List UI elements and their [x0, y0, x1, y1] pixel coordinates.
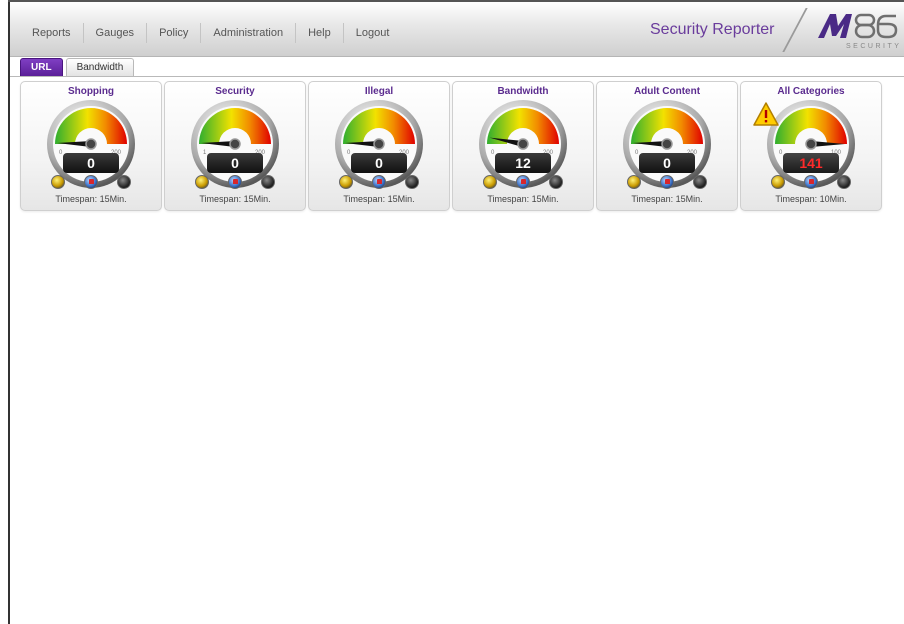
edit-gauge-icon[interactable]	[771, 175, 785, 189]
gauge-hub	[517, 138, 529, 150]
gauge-hub	[85, 138, 97, 150]
tab-underline	[10, 76, 904, 77]
power-off-icon[interactable]	[405, 175, 419, 189]
gauge-value: 141	[783, 153, 839, 173]
gauge-timespan: Timespan: 15Min.	[55, 194, 127, 204]
window-left-border	[8, 0, 10, 624]
gauge-title: Bandwidth	[497, 86, 549, 97]
chart-icon[interactable]	[660, 175, 674, 189]
menu-item-policy[interactable]: Policy	[147, 23, 202, 43]
gauge-panel: Shopping 0200 0 Timespan: 15Min.	[20, 81, 162, 211]
tab-bandwidth[interactable]: Bandwidth	[65, 58, 135, 76]
gauge-panel: Security 1200 0 Timespan: 15Min.	[164, 81, 306, 211]
gauge-hub	[805, 138, 817, 150]
menu-item-gauges[interactable]: Gauges	[84, 23, 148, 43]
gauge-panel: Illegal 0200 0 Timespan: 15Min.	[308, 81, 450, 211]
gauge-timespan: Timespan: 15Min.	[631, 194, 703, 204]
menu-item-help[interactable]: Help	[296, 23, 344, 43]
gauge-hub	[661, 138, 673, 150]
edit-gauge-icon[interactable]	[339, 175, 353, 189]
gauge-title: Security	[215, 86, 255, 97]
app-title: Security Reporter	[650, 21, 775, 38]
gauge-value: 0	[639, 153, 695, 173]
logo-divider	[782, 8, 808, 52]
tab-url[interactable]: URL	[20, 58, 63, 76]
gauge-panel: Adult Content 0200 0 Timespan: 15Min.	[596, 81, 738, 211]
gauge-value: 0	[63, 153, 119, 173]
menu-item-administration[interactable]: Administration	[201, 23, 297, 43]
gauge-panel: Bandwidth 0200 12 Timespan: 15Min.	[452, 81, 594, 211]
gauge-title: Adult Content	[633, 86, 701, 97]
chart-icon[interactable]	[84, 175, 98, 189]
edit-gauge-icon[interactable]	[483, 175, 497, 189]
m86-logo: SECURITY	[818, 13, 900, 50]
gauge-value: 0	[207, 153, 263, 173]
svg-text:SECURITY: SECURITY	[846, 43, 900, 50]
gauge-hub	[229, 138, 241, 150]
chart-icon[interactable]	[228, 175, 242, 189]
gauge-timespan: Timespan: 10Min.	[775, 194, 847, 204]
chart-icon[interactable]	[516, 175, 530, 189]
gauge-timespan: Timespan: 15Min.	[199, 194, 271, 204]
gauge-timespan: Timespan: 15Min.	[343, 194, 415, 204]
power-off-icon[interactable]	[261, 175, 275, 189]
chart-icon[interactable]	[804, 175, 818, 189]
edit-gauge-icon[interactable]	[51, 175, 65, 189]
edit-gauge-icon[interactable]	[195, 175, 209, 189]
gauge-timespan: Timespan: 15Min.	[487, 194, 559, 204]
gauge-value: 0	[351, 153, 407, 173]
power-off-icon[interactable]	[837, 175, 851, 189]
gauge-hub	[373, 138, 385, 150]
menu-item-logout[interactable]: Logout	[344, 23, 402, 43]
warning-icon	[753, 102, 779, 126]
gauge-title: Shopping	[67, 86, 115, 97]
power-off-icon[interactable]	[117, 175, 131, 189]
main-menu: Reports Gauges Policy Administration Hel…	[20, 23, 401, 43]
edit-gauge-icon[interactable]	[627, 175, 641, 189]
gauge-title: All Categories	[777, 86, 845, 97]
gauge-title: Illegal	[364, 86, 394, 97]
view-tabs: URL Bandwidth	[20, 58, 137, 76]
menu-item-reports[interactable]: Reports	[20, 23, 84, 43]
power-off-icon[interactable]	[693, 175, 707, 189]
header-bar: Reports Gauges Policy Administration Hel…	[10, 2, 904, 57]
gauge-panel: All Categories 0100 141 Timespan: 10Min.	[740, 81, 882, 211]
gauge-value: 12	[495, 153, 551, 173]
chart-icon[interactable]	[372, 175, 386, 189]
power-off-icon[interactable]	[549, 175, 563, 189]
